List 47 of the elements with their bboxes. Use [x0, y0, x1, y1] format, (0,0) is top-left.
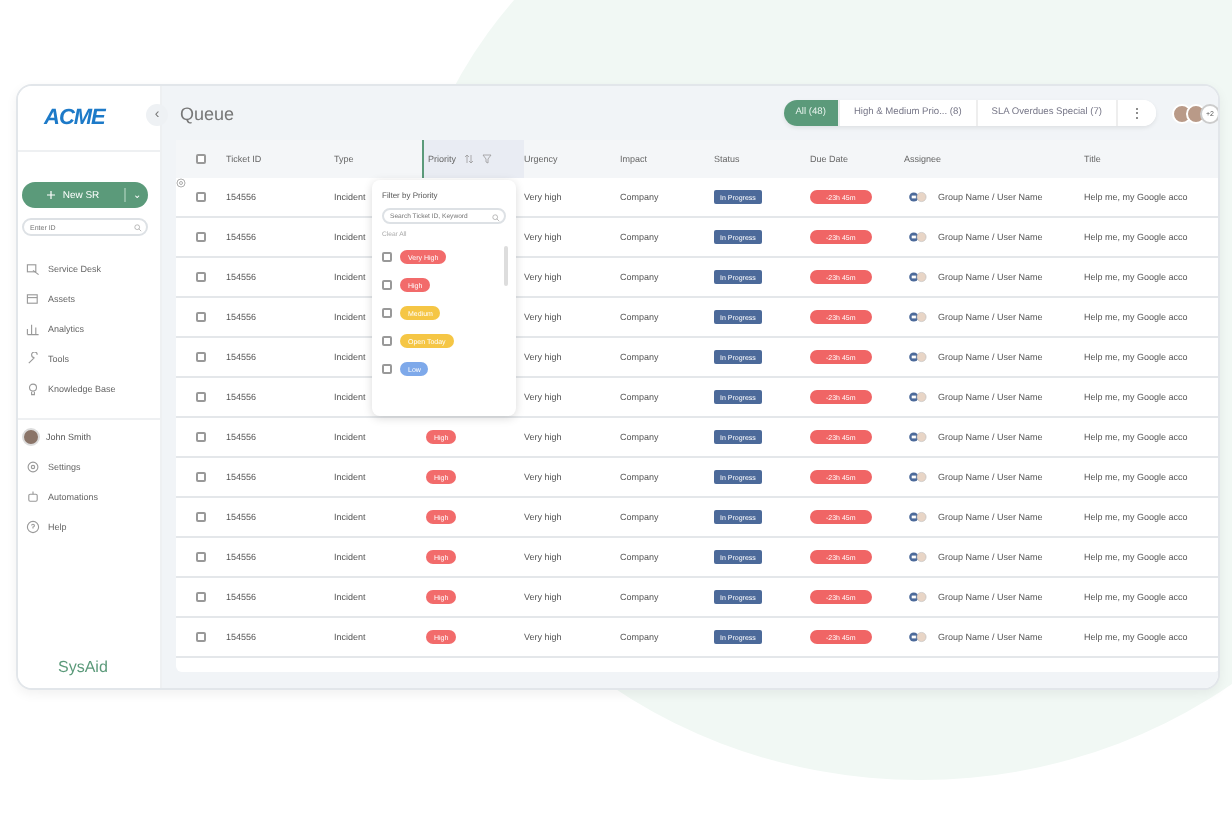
option-checkbox[interactable]: [382, 308, 392, 318]
box-icon: [26, 291, 40, 305]
filter-icon: [482, 154, 493, 164]
group-and-user-avatars-icon: [904, 230, 932, 244]
row-checkbox[interactable]: [196, 432, 206, 442]
help-icon: [26, 519, 40, 533]
gear-icon: [26, 459, 40, 473]
row-checkbox[interactable]: [196, 192, 206, 202]
select-all-checkbox[interactable]: [196, 154, 206, 164]
option-checkbox[interactable]: [382, 336, 392, 346]
plus-icon: [46, 190, 57, 200]
footer-logo: SysAid: [56, 658, 110, 680]
group-and-user-avatars-icon: [904, 590, 932, 604]
search-icon: [492, 213, 500, 221]
search-icon: [134, 223, 142, 231]
row-checkbox[interactable]: [196, 472, 206, 482]
sort-icon: [464, 154, 475, 164]
row-checkbox[interactable]: [196, 392, 206, 402]
row-checkbox[interactable]: [196, 552, 206, 562]
option-checkbox[interactable]: [382, 280, 392, 290]
user-avatar: [22, 428, 40, 446]
row-checkbox[interactable]: [196, 232, 206, 242]
row-checkbox[interactable]: [196, 272, 206, 282]
group-and-user-avatars-icon: [904, 310, 932, 324]
row-checkbox[interactable]: [196, 632, 206, 642]
group-and-user-avatars-icon: [904, 470, 932, 484]
settings-icon: [176, 178, 186, 188]
row-checkbox[interactable]: [196, 592, 206, 602]
group-and-user-avatars-icon: [904, 270, 932, 284]
logo: ACME: [44, 106, 105, 130]
option-checkbox[interactable]: [382, 252, 392, 262]
group-and-user-avatars-icon: [904, 350, 932, 364]
page-title: Queue: [180, 103, 235, 123]
robot-icon: [26, 489, 40, 503]
row-checkbox[interactable]: [196, 312, 206, 322]
group-and-user-avatars-icon: [904, 390, 932, 404]
group-and-user-avatars-icon: [904, 550, 932, 564]
option-checkbox[interactable]: [382, 364, 392, 374]
group-and-user-avatars-icon: [904, 430, 932, 444]
group-and-user-avatars-icon: [904, 190, 932, 204]
row-checkbox[interactable]: [196, 512, 206, 522]
group-and-user-avatars-icon: [904, 630, 932, 644]
scrollbar-thumb[interactable]: [504, 246, 508, 286]
lightbulb-icon: [26, 381, 40, 395]
bar-chart-icon: [26, 321, 40, 335]
row-checkbox[interactable]: [196, 352, 206, 362]
group-and-user-avatars-icon: [904, 510, 932, 524]
